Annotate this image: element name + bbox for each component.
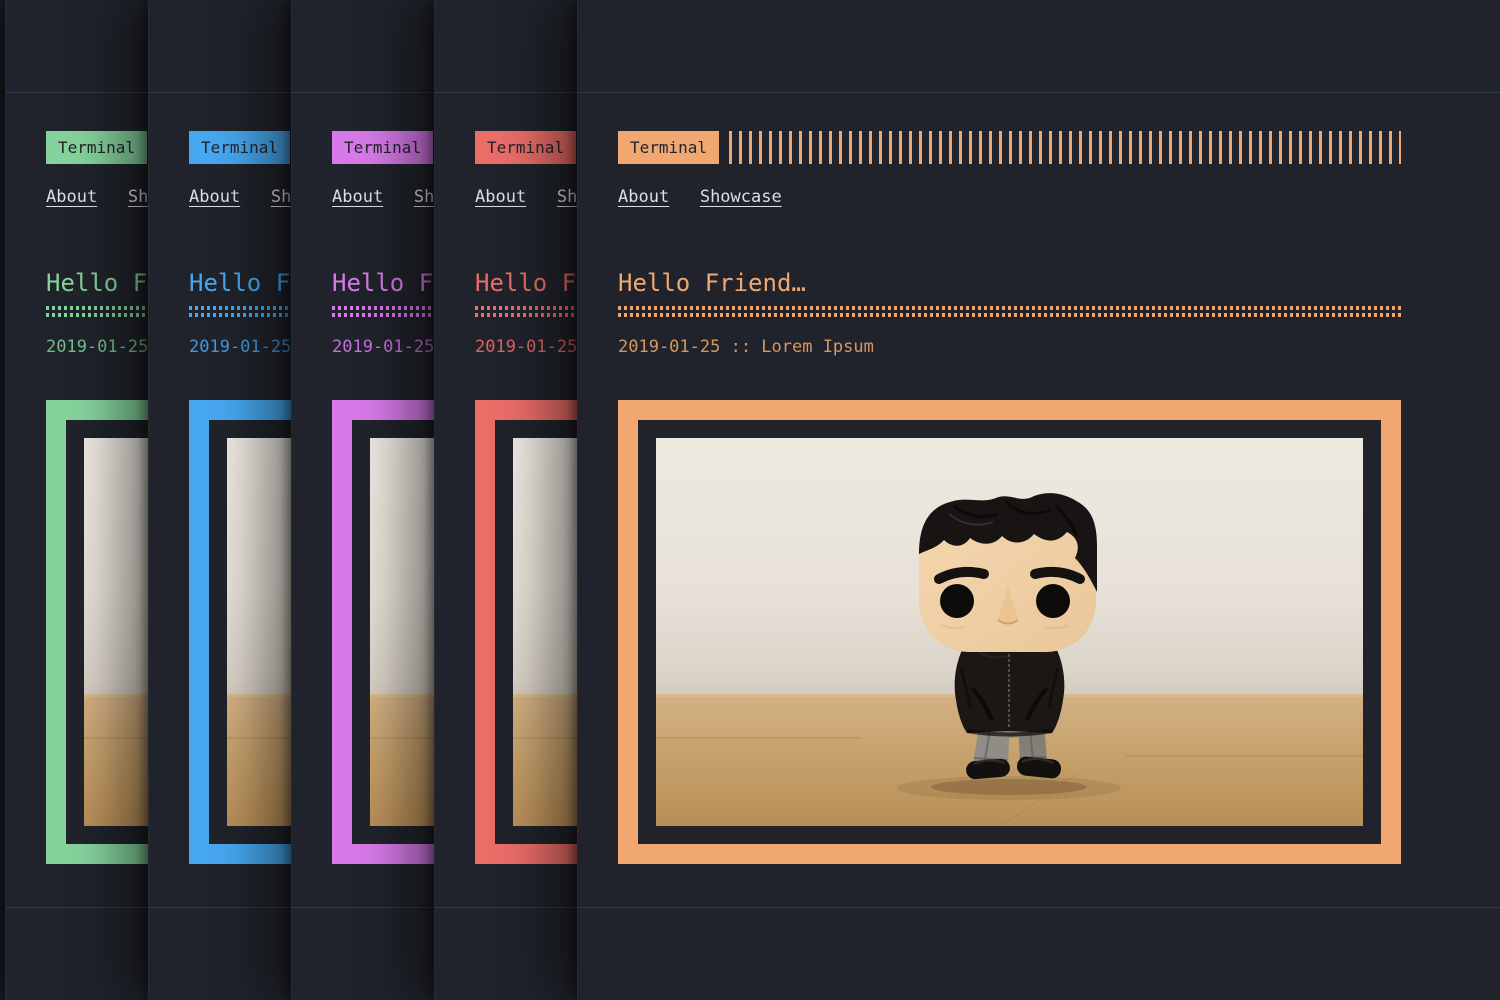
nav-link-about[interactable]: About <box>475 187 526 207</box>
logo-row: Terminal <box>618 131 1401 164</box>
site-header <box>578 0 1500 93</box>
post-image-frame <box>618 400 1401 864</box>
figure-head <box>919 493 1097 652</box>
site-logo-badge[interactable]: Terminal <box>46 131 147 164</box>
theme-variants-stage: Terminal About Showcase Hello Friend… 20… <box>0 0 1500 1000</box>
logo-decoration-bars-icon <box>729 131 1401 164</box>
site-logo-badge[interactable]: Terminal <box>189 131 290 164</box>
title-underline-dots <box>618 306 1401 317</box>
terminal-theme-panel-orange: Terminal About Showcase Hello Friend… 20… <box>577 0 1500 1000</box>
nav-link-about[interactable]: About <box>332 187 383 207</box>
post-meta-date: 2019-01-25 :: Lorem Ipsum <box>618 338 1401 357</box>
figure-shadow <box>897 776 1121 800</box>
funko-pop-photo <box>656 438 1363 826</box>
content-column: Terminal About Showcase Hello Friend… 20… <box>618 131 1401 864</box>
site-logo-badge[interactable]: Terminal <box>332 131 433 164</box>
post-title: Hello Friend… <box>618 270 1401 296</box>
nav-link-showcase[interactable]: Showcase <box>700 187 782 207</box>
nav-link-about[interactable]: About <box>189 187 240 207</box>
nav-link-about[interactable]: About <box>618 187 669 207</box>
site-main: Terminal About Showcase Hello Friend… 20… <box>578 93 1500 907</box>
site-logo-badge[interactable]: Terminal <box>475 131 576 164</box>
site-nav: About Showcase <box>618 187 1401 207</box>
site-logo-badge[interactable]: Terminal <box>618 131 719 164</box>
nav-link-about[interactable]: About <box>46 187 97 207</box>
site-footer <box>578 907 1500 1000</box>
